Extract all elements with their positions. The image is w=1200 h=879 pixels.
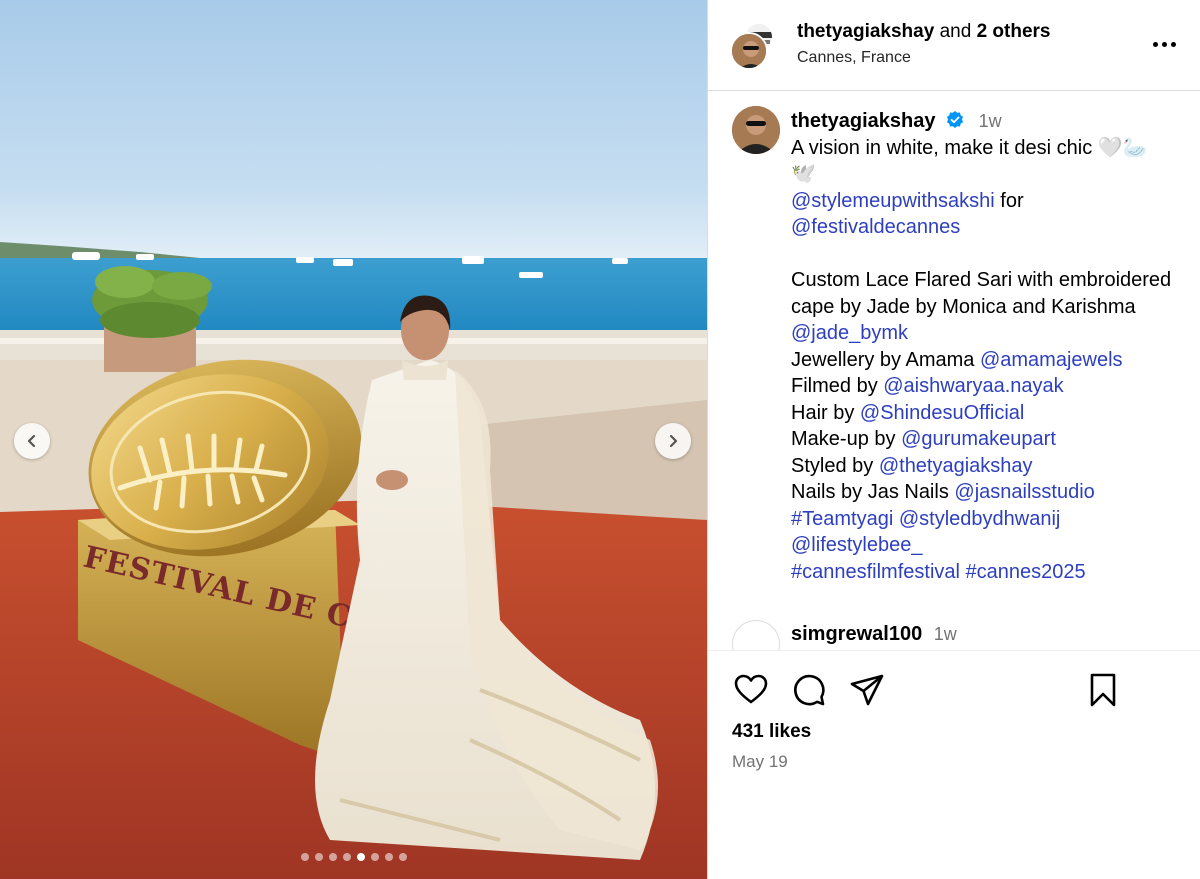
hashtag-link[interactable]: #cannesfilmfestival: [791, 561, 960, 583]
hashtag-link[interactable]: #Teamtyagi: [791, 508, 893, 530]
carousel-dot: [398, 853, 407, 861]
owner-username[interactable]: thetyagiakshay: [797, 21, 934, 42]
mention-link[interactable]: @thetyagiakshay: [879, 455, 1033, 477]
caption-line: Custom Lace Flared Sari with embroidered: [791, 269, 1172, 291]
carousel-dot: [314, 853, 323, 861]
heart-icon: [734, 674, 768, 704]
mention-link[interactable]: @styledbydhwanij: [899, 508, 1061, 530]
caption-text: Make-up by: [791, 428, 902, 450]
likes-count[interactable]: 431 likes: [732, 721, 811, 743]
header-title: thetyagiakshay and 2 others: [797, 20, 1050, 44]
comment-icon: [794, 674, 825, 706]
share-icon: [850, 674, 884, 706]
post-date[interactable]: May 19: [732, 752, 788, 772]
comment-button[interactable]: [790, 671, 828, 709]
like-button[interactable]: [732, 671, 770, 709]
mention-link[interactable]: @gurumakeupart: [901, 428, 1056, 450]
avatar[interactable]: [732, 106, 780, 154]
caption-text: Nails by Jas Nails: [791, 481, 955, 503]
mention-link[interactable]: @lifestylebee_: [791, 534, 922, 556]
caption-time[interactable]: 1w: [979, 111, 1002, 131]
carousel-next-button[interactable]: [655, 423, 691, 459]
mention-link[interactable]: @jasnailsstudio: [954, 481, 1094, 503]
mention-link[interactable]: @stylemeupwithsakshi: [791, 190, 995, 212]
save-button[interactable]: [1084, 671, 1122, 709]
chevron-left-icon: [27, 434, 36, 448]
caption-username[interactable]: thetyagiakshay: [791, 110, 936, 132]
mention-link[interactable]: @festivaldecannes: [791, 216, 960, 238]
caption-line: A vision in white, make it desi chic 🤍🦢: [791, 136, 1148, 159]
carousel-indicator: [0, 853, 707, 861]
collab-avatars[interactable]: [730, 22, 774, 70]
verified-badge-icon: [947, 111, 964, 128]
share-button[interactable]: [848, 671, 886, 709]
bookmark-icon: [1090, 673, 1116, 707]
mention-link[interactable]: @ShindesuOfficial: [860, 402, 1024, 424]
comments-section: thetyagiakshay 1w A vision in white, mak…: [708, 92, 1200, 651]
post-header: thetyagiakshay and 2 others Cannes, Fran…: [708, 0, 1200, 91]
caption-text: Filmed by: [791, 375, 884, 397]
action-bar: [708, 660, 1200, 720]
caption-text: Styled by: [791, 454, 879, 477]
mention-link[interactable]: @jade_bymk: [791, 322, 908, 344]
comment-header: simgrewal100 1w: [791, 622, 957, 646]
carousel-dot: [370, 853, 379, 861]
avatar: [730, 32, 768, 70]
caption-text: for: [994, 189, 1024, 212]
caption-text: Jewellery by Amama: [791, 348, 980, 371]
caption-line: cape by Jade by Monica and Karishma: [791, 295, 1136, 318]
palm-plant: [92, 266, 212, 338]
comment-username[interactable]: simgrewal100: [791, 623, 922, 645]
carousel-dot: [328, 853, 337, 861]
carousel-prev-button[interactable]: [14, 423, 50, 459]
header-joiner: and: [939, 21, 972, 42]
location-link[interactable]: Cannes, France: [797, 48, 911, 68]
post-side-panel: thetyagiakshay and 2 others Cannes, Fran…: [707, 0, 1200, 879]
avatar[interactable]: [732, 620, 780, 650]
chevron-right-icon: [669, 434, 678, 448]
hashtag-link[interactable]: #cannes2025: [966, 561, 1086, 583]
mention-link[interactable]: @aishwaryaa.nayak: [883, 375, 1063, 397]
carousel-dot: [342, 853, 351, 861]
others-link[interactable]: 2 others: [977, 21, 1051, 42]
comment-time[interactable]: 1w: [934, 624, 957, 644]
post-media: FESTIVAL DE CANNES: [0, 0, 707, 879]
caption: thetyagiakshay 1w A vision in white, mak…: [791, 108, 1191, 585]
caption-line: 🕊️: [791, 163, 816, 185]
carousel-dot: [384, 853, 393, 861]
post-photo: FESTIVAL DE CANNES: [0, 242, 707, 879]
carousel-dot: [300, 853, 309, 861]
mention-link[interactable]: @amamajewels: [980, 349, 1123, 371]
caption-text: Hair by: [791, 401, 860, 424]
more-options-icon[interactable]: [1148, 30, 1180, 58]
carousel-dot-active: [356, 853, 365, 861]
